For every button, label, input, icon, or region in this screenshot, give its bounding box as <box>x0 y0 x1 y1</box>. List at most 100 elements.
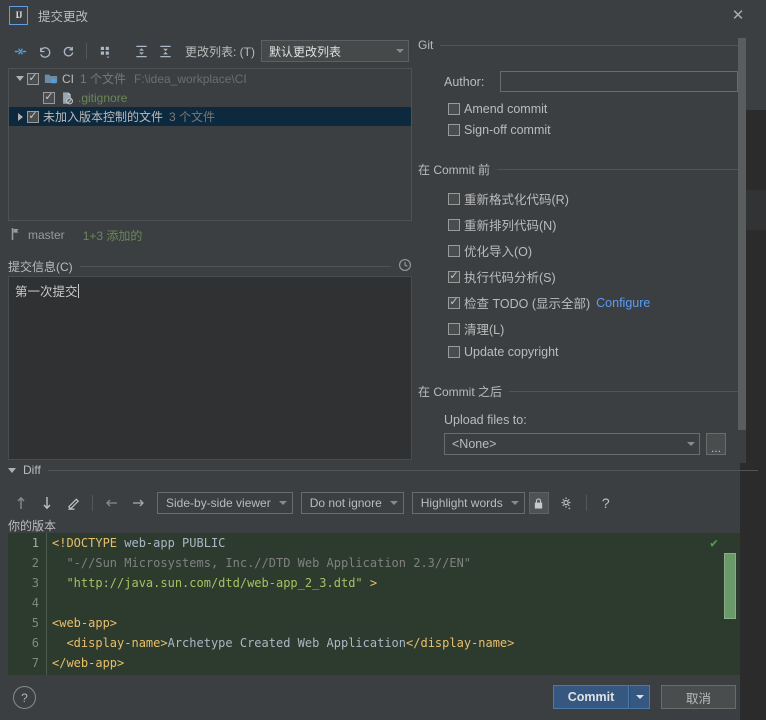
diff-pane-label: 你的版本 <box>8 519 57 533</box>
code-lines[interactable]: <!DOCTYPE web-app PUBLIC "-//Sun Microsy… <box>52 533 740 673</box>
row-checkbox[interactable] <box>43 91 55 104</box>
chevron-down-icon[interactable] <box>8 467 16 473</box>
upload-target-combobox[interactable]: <None> <box>444 433 700 455</box>
checkbox-label: Sign-off commit <box>464 123 551 137</box>
code-line: "http://java.sun.com/dtd/web-app_2_3.dtd… <box>52 576 378 590</box>
highlight-mode-combobox[interactable]: Highlight words <box>411 492 525 514</box>
refresh-icon[interactable] <box>56 39 80 63</box>
diff-section-header[interactable]: Diff <box>8 463 758 477</box>
chevron-down-icon <box>510 501 519 505</box>
before-commit-label: 在 Commit 前 <box>418 163 491 177</box>
diff-code-viewer[interactable]: 1 2 3 4 5 6 7 <!DOCTYPE web-app PUBLIC "… <box>8 533 740 675</box>
tree-item-name: CI <box>62 71 74 86</box>
close-icon[interactable]: ✕ <box>728 5 748 25</box>
tree-twisty-icon[interactable] <box>13 76 27 81</box>
line-number: 2 <box>31 556 39 570</box>
git-section-label: Git <box>418 38 434 52</box>
author-field[interactable] <box>499 71 738 92</box>
table-row[interactable]: 未加入版本控制的文件 3 个文件 <box>9 107 411 126</box>
group-by-icon[interactable] <box>93 39 117 63</box>
ignore-mode-combobox[interactable]: Do not ignore <box>300 492 404 514</box>
expand-all-icon[interactable] <box>129 39 153 63</box>
upload-target-value: <None> <box>452 437 497 451</box>
line-number: 4 <box>31 596 39 610</box>
changes-toolbar: 更改列表: (T) 默认更改列表 <box>8 38 412 64</box>
changelist-combobox[interactable]: 默认更改列表 <box>261 40 409 62</box>
next-difference-icon[interactable] <box>34 491 60 515</box>
checkbox-label: Update copyright <box>464 345 559 359</box>
checkbox-box[interactable] <box>448 218 460 231</box>
line-number: 7 <box>31 656 39 670</box>
apply-left-icon[interactable] <box>99 491 125 515</box>
lock-icon[interactable] <box>528 492 549 514</box>
checkbox-box[interactable] <box>448 192 460 205</box>
viewer-mode-combobox[interactable]: Side-by-side viewer <box>157 492 293 514</box>
tree-item-name: 未加入版本控制的文件 <box>43 110 164 124</box>
options-panel-scrollbar[interactable] <box>738 38 746 463</box>
gear-icon[interactable] <box>554 491 580 515</box>
checkbox-box[interactable] <box>448 322 460 335</box>
checkbox-box[interactable] <box>448 296 460 309</box>
chevron-down-icon <box>396 49 404 53</box>
tree-item-count: 1 个文件 <box>80 72 127 86</box>
table-row[interactable]: .gitignore <box>9 88 411 107</box>
optimize-imports-checkbox[interactable]: 优化导入(O) <box>448 241 738 260</box>
checkbox-label: 检查 TODO (显示全部) <box>464 297 591 311</box>
changes-file-tree[interactable]: CI 1 个文件 F:\idea_workplace\CI .gitignore… <box>8 68 412 221</box>
upload-browse-button[interactable]: ... <box>706 433 726 455</box>
clock-icon[interactable] <box>398 258 412 275</box>
perform-code-analysis-checkbox[interactable]: 执行代码分析(S) <box>448 267 738 286</box>
checkbox-box[interactable] <box>448 244 460 257</box>
branch-name: master <box>28 228 65 242</box>
diff-scrollbar-thumb[interactable] <box>724 553 736 619</box>
update-copyright-checkbox[interactable]: Update copyright <box>448 345 738 359</box>
checkbox-box[interactable] <box>448 270 460 283</box>
branch-stat: 1+3 添加的 <box>82 228 143 243</box>
reformat-code-checkbox[interactable]: 重新格式化代码(R) <box>448 189 738 208</box>
code-line: "-//Sun Microsystems, Inc.//DTD Web Appl… <box>52 556 472 570</box>
commit-message-input[interactable]: 第一次提交 <box>8 276 412 460</box>
row-checkbox[interactable] <box>27 110 39 123</box>
checkbox-box[interactable] <box>448 103 460 115</box>
cancel-button[interactable]: 取消 <box>661 685 736 709</box>
collapse-all-icon[interactable] <box>153 39 177 63</box>
configure-todo-link[interactable]: Configure <box>596 296 650 310</box>
window-title: 提交更改 <box>38 9 89 24</box>
row-checkbox[interactable] <box>27 72 39 85</box>
toolbar-separator <box>92 495 93 511</box>
line-number: 6 <box>31 636 39 650</box>
checkmark-icon: ✔ <box>710 536 718 551</box>
scrollbar-thumb[interactable] <box>738 38 746 430</box>
show-diff-icon[interactable] <box>8 39 32 63</box>
cleanup-checkbox[interactable]: 清理(L) <box>448 319 738 338</box>
commit-dropdown-button[interactable] <box>629 685 650 709</box>
before-commit-section-header: 在 Commit 前 <box>418 161 738 178</box>
amend-commit-checkbox[interactable]: Amend commit <box>448 102 738 116</box>
checkbox-label: 重新排列代码(N) <box>464 219 557 233</box>
question-mark-icon[interactable]: ? <box>593 491 619 515</box>
help-button[interactable]: ? <box>13 686 36 709</box>
rearrange-code-checkbox[interactable]: 重新排列代码(N) <box>448 215 738 234</box>
check-todo-checkbox[interactable]: 检查 TODO (显示全部) Configure <box>448 293 738 312</box>
toolbar-separator <box>585 495 587 511</box>
changelist-label: 更改列表: (T) <box>185 44 255 59</box>
commit-message-value: 第一次提交 <box>15 285 78 299</box>
commit-changes-dialog: IJ 提交更改 ✕ 更改列表: (T) 默认更改列表 ✓ CI 1 个文件 F:… <box>0 0 766 720</box>
code-line: </web-app> <box>52 656 125 670</box>
edit-source-icon[interactable] <box>60 491 86 515</box>
line-number: 3 <box>31 576 39 590</box>
upload-files-row: <None> ... <box>444 433 738 455</box>
commit-message-label: 提交信息(C) <box>8 260 73 274</box>
apply-right-icon[interactable] <box>125 491 151 515</box>
commit-message-header: 提交信息(C) <box>8 258 412 275</box>
tree-twisty-icon[interactable] <box>13 112 27 121</box>
table-row[interactable]: CI 1 个文件 F:\idea_workplace\CI <box>9 69 411 88</box>
tree-item-name: .gitignore <box>78 90 128 105</box>
gitignore-file-icon <box>59 91 75 105</box>
checkbox-box[interactable] <box>448 346 460 358</box>
checkbox-box[interactable] <box>448 124 460 136</box>
previous-difference-icon[interactable] <box>8 491 34 515</box>
revert-icon[interactable] <box>32 39 56 63</box>
commit-button[interactable]: Commit <box>553 685 629 709</box>
sign-off-commit-checkbox[interactable]: Sign-off commit <box>448 123 738 137</box>
